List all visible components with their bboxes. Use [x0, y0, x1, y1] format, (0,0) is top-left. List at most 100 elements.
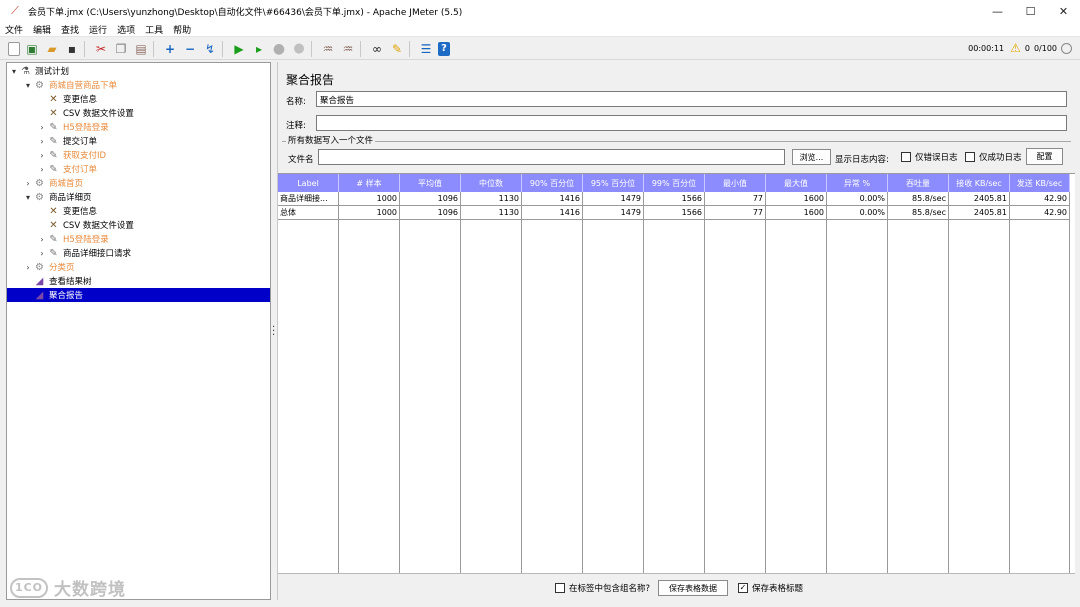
toggle-icon[interactable]: ↯: [202, 41, 218, 57]
column-header[interactable]: # 样本: [339, 174, 400, 192]
expand-toggle-icon[interactable]: ›: [23, 179, 33, 188]
tree-node[interactable]: ✕ 变更信息: [7, 204, 270, 218]
name-input[interactable]: 聚合报告: [316, 91, 1067, 107]
column-header[interactable]: 95% 百分位: [583, 174, 644, 192]
filename-input[interactable]: [318, 149, 785, 165]
tree-node[interactable]: ◢ 聚合报告: [7, 288, 270, 302]
expand-toggle-icon[interactable]: ›: [37, 235, 47, 244]
shutdown-icon[interactable]: ●: [291, 41, 307, 57]
expand-toggle-icon[interactable]: ›: [23, 263, 33, 272]
menu-options[interactable]: 选项: [112, 23, 140, 36]
expand-toggle-icon[interactable]: ›: [37, 165, 47, 174]
aggregate-table[interactable]: Label # 样本 平均值 中位数 90% 百分位 95% 百分位 99% 百分位 最小值最…: [278, 173, 1075, 574]
configure-button[interactable]: 配置: [1026, 148, 1063, 165]
menu-tools[interactable]: 工具: [140, 23, 168, 36]
tree-node[interactable]: › ✎ H5登陆登录: [7, 120, 270, 134]
copy-icon[interactable]: ❐: [113, 41, 129, 57]
column-header[interactable]: Label: [278, 174, 339, 192]
tree-node[interactable]: ▾ ⚙ 商品详细页: [7, 190, 270, 204]
tree-node[interactable]: ▾ ⚙ 商城自营商品下单: [7, 78, 270, 92]
success-only-checkbox[interactable]: 仅成功日志: [965, 151, 1022, 163]
new-icon[interactable]: [8, 41, 20, 56]
function-helper-icon[interactable]: ☰: [418, 41, 434, 57]
table-cell: 1566: [644, 192, 705, 206]
config-icon: ✕: [49, 205, 58, 217]
tree-node[interactable]: ✕ CSV 数据文件设置: [7, 218, 270, 232]
clear-icon[interactable]: ♒: [320, 41, 336, 57]
expand-toggle-icon[interactable]: ▾: [23, 193, 33, 202]
include-group-name-checkbox[interactable]: 在标签中包含组名称?: [555, 582, 650, 594]
column-header[interactable]: 最小值: [705, 174, 766, 192]
tree-node[interactable]: › ✎ H5登陆登录: [7, 232, 270, 246]
include-group-name-box[interactable]: [555, 583, 565, 593]
tree-node[interactable]: › ✎ 支付订单: [7, 162, 270, 176]
column-header[interactable]: 最大值: [766, 174, 827, 192]
column-header[interactable]: 平均值: [400, 174, 461, 192]
help-icon[interactable]: ?: [438, 41, 450, 56]
collapse-icon[interactable]: −: [182, 41, 198, 57]
menu-search[interactable]: 查找: [56, 23, 84, 36]
maximize-button[interactable]: ☐: [1014, 0, 1047, 22]
search-icon[interactable]: ∞: [369, 41, 385, 57]
watermark-text: 大数跨境: [54, 580, 126, 600]
tree-node[interactable]: ✕ CSV 数据文件设置: [7, 106, 270, 120]
clear-all-icon[interactable]: ♒: [340, 41, 356, 57]
table-row[interactable]: 总体 1000 1096 1130 1416 1479 1566 77 1600 0.00% 85.…: [278, 206, 1070, 220]
tree-node[interactable]: › ✎ 商品详细接口请求: [7, 246, 270, 260]
menu-help[interactable]: 帮助: [168, 23, 196, 36]
tree-node[interactable]: › ⚙ 分类页: [7, 260, 270, 274]
reset-search-icon[interactable]: ✎: [389, 41, 405, 57]
menu-edit[interactable]: 编辑: [28, 23, 56, 36]
save-table-header-checkbox[interactable]: ✓ 保存表格标题: [738, 582, 803, 594]
errors-only-checkbox[interactable]: 仅错误日志: [901, 151, 958, 163]
expand-toggle-icon[interactable]: ▾: [9, 67, 19, 76]
cut-icon[interactable]: ✂: [93, 41, 109, 57]
warning-icon[interactable]: ⚠: [1010, 41, 1021, 55]
column-header[interactable]: 接收 KB/sec: [949, 174, 1010, 192]
column-header[interactable]: 90% 百分位: [522, 174, 583, 192]
menu-file[interactable]: 文件: [0, 23, 28, 36]
save-table-data-button[interactable]: 保存表格数据: [658, 580, 728, 596]
menu-run[interactable]: 运行: [84, 23, 112, 36]
tree-node[interactable]: ◢ 查看结果树: [7, 274, 270, 288]
expand-toggle-icon[interactable]: ›: [37, 249, 47, 258]
test-plan-tree[interactable]: ▾ ⚗ 测试计划 ▾ ⚙ 商城自营商品下单 ✕ 变更信息 ✕ CSV 数据文件设置 › ✎ H5登陆登录…: [6, 62, 271, 600]
column-header[interactable]: 异常 %: [827, 174, 888, 192]
minimize-button[interactable]: —: [981, 0, 1014, 22]
expand-icon[interactable]: +: [162, 41, 178, 57]
close-button[interactable]: ✕: [1047, 0, 1080, 22]
save-icon[interactable]: ▪: [64, 41, 80, 57]
column-header[interactable]: 发送 KB/sec: [1010, 174, 1070, 192]
tree-node[interactable]: ▾ ⚗ 测试计划: [7, 64, 270, 78]
open-icon[interactable]: ▰: [44, 41, 60, 57]
tree-node-label: CSV 数据文件设置: [63, 221, 134, 231]
expand-toggle-icon[interactable]: ›: [37, 123, 47, 132]
errors-only-box[interactable]: [901, 152, 911, 162]
split-pane-divider[interactable]: · · ·: [272, 323, 275, 341]
paste-icon[interactable]: ▤: [133, 41, 149, 57]
tree-node[interactable]: › ✎ 获取支付ID: [7, 148, 270, 162]
column-header[interactable]: 吞吐量: [888, 174, 949, 192]
comment-input[interactable]: [316, 115, 1067, 131]
expand-toggle-icon[interactable]: ›: [37, 151, 47, 160]
save-table-header-box[interactable]: ✓: [738, 583, 748, 593]
success-only-box[interactable]: [965, 152, 975, 162]
tree-node[interactable]: ✕ 变更信息: [7, 92, 270, 106]
expand-toggle-icon[interactable]: ›: [37, 137, 47, 146]
title-bar: ⟋ 会员下单.jmx (C:\Users\yunzhong\Desktop\自动…: [0, 0, 1080, 22]
table-cell: 1000: [339, 206, 400, 220]
templates-icon[interactable]: ▣: [24, 41, 40, 57]
column-header[interactable]: 99% 百分位: [644, 174, 705, 192]
tree-node[interactable]: › ✎ 提交订单: [7, 134, 270, 148]
start-icon[interactable]: ▶: [231, 41, 247, 57]
column-header[interactable]: 中位数: [461, 174, 522, 192]
table-cell: 总体: [278, 206, 339, 220]
jmeter-window: ⟋ 会员下单.jmx (C:\Users\yunzhong\Desktop\自动…: [0, 0, 1080, 607]
tree-node[interactable]: › ⚙ 商城首页: [7, 176, 270, 190]
table-row[interactable]: 商品详细接... 1000 1096 1130 1416 1479 1566 77 1600 0.…: [278, 192, 1070, 206]
stop-icon[interactable]: ●: [271, 41, 287, 57]
start-no-pause-icon[interactable]: ▸: [251, 41, 267, 57]
expand-toggle-icon[interactable]: ▾: [23, 81, 33, 90]
toolbar-separator: [153, 40, 154, 57]
browse-button[interactable]: 浏览...: [792, 149, 831, 165]
